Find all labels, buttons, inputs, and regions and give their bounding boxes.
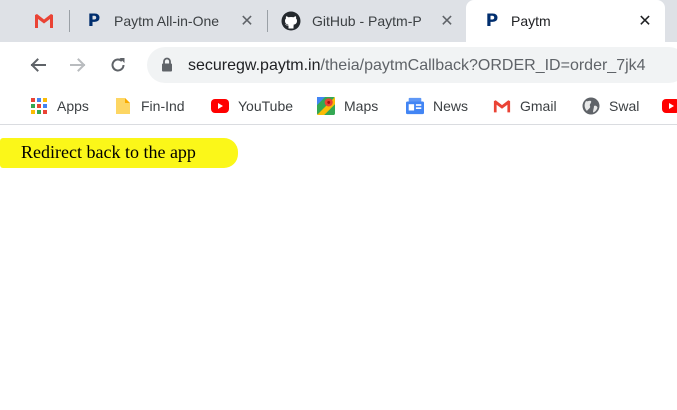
tab-title: GitHub - Paytm-P [312,13,422,29]
bookmark-label: Swal [609,98,640,114]
bookmark-label: Maps [344,98,379,114]
url-host: securegw.paytm.in [188,57,321,74]
globe-icon [582,97,600,115]
bookmark-swal[interactable]: Swal [582,96,639,116]
tab-strip: P Paytm All-in-One ✕ GitHub - Paytm-P ✕ … [0,0,677,42]
paytm-icon: P [485,11,499,31]
github-icon [281,11,301,31]
youtube-icon[interactable] [662,96,677,116]
address-bar[interactable]: securegw.paytm.in/theia/paytmCallback?OR… [147,47,677,83]
bookmark-label: News [433,98,469,114]
tab-title: Paytm [511,13,551,29]
bookmark-fin-ind[interactable]: Fin-Ind [114,96,185,116]
folder-icon [114,97,132,115]
gmail-icon [34,11,54,31]
close-tab-icon[interactable]: ✕ [238,12,256,30]
bookmark-label: Gmail [520,98,557,114]
youtube-icon [211,97,229,115]
tab-gmail[interactable] [0,0,70,42]
bookmark-label: YouTube [238,98,294,114]
close-tab-icon[interactable]: ✕ [438,12,456,30]
bookmark-gmail[interactable]: Gmail [493,96,557,116]
tab-github[interactable]: GitHub - Paytm-P ✕ [268,0,465,42]
close-tab-icon[interactable]: ✕ [636,12,654,30]
bookmark-label: Apps [57,98,89,114]
url-path: /theia/paytmCallback?ORDER_ID=order_7jk4 [320,57,646,74]
apps-grid-icon [30,97,48,115]
gmail-icon [493,97,511,115]
redirect-message: Redirect back to the app [21,142,196,162]
bookmark-apps[interactable]: Apps [30,96,89,116]
reload-icon[interactable] [105,52,131,78]
browser-toolbar: securegw.paytm.in/theia/paytmCallback?OR… [0,42,677,87]
bookmark-youtube[interactable]: YouTube [211,96,293,116]
tab-paytm-active[interactable]: P Paytm ✕ [466,0,665,42]
paytm-icon: P [87,11,101,31]
tab-paytm-all-in-one[interactable]: P Paytm All-in-One ✕ [70,0,267,42]
bookmarks-bar: Apps Fin-Ind YouTube Maps News Gmail Swa… [0,87,677,125]
page-content: Redirect back to the app [0,126,677,410]
bookmark-maps[interactable]: Maps [317,96,378,116]
tab-title: Paytm All-in-One [114,13,220,29]
forward-arrow-icon[interactable] [65,52,91,78]
lock-icon[interactable] [161,57,173,77]
google-news-icon [406,97,424,115]
maps-icon [317,97,335,115]
back-arrow-icon[interactable] [25,52,51,78]
bookmark-news[interactable]: News [406,96,468,116]
url-text[interactable]: securegw.paytm.in/theia/paytmCallback?OR… [188,56,646,75]
bookmark-label: Fin-Ind [141,98,185,114]
